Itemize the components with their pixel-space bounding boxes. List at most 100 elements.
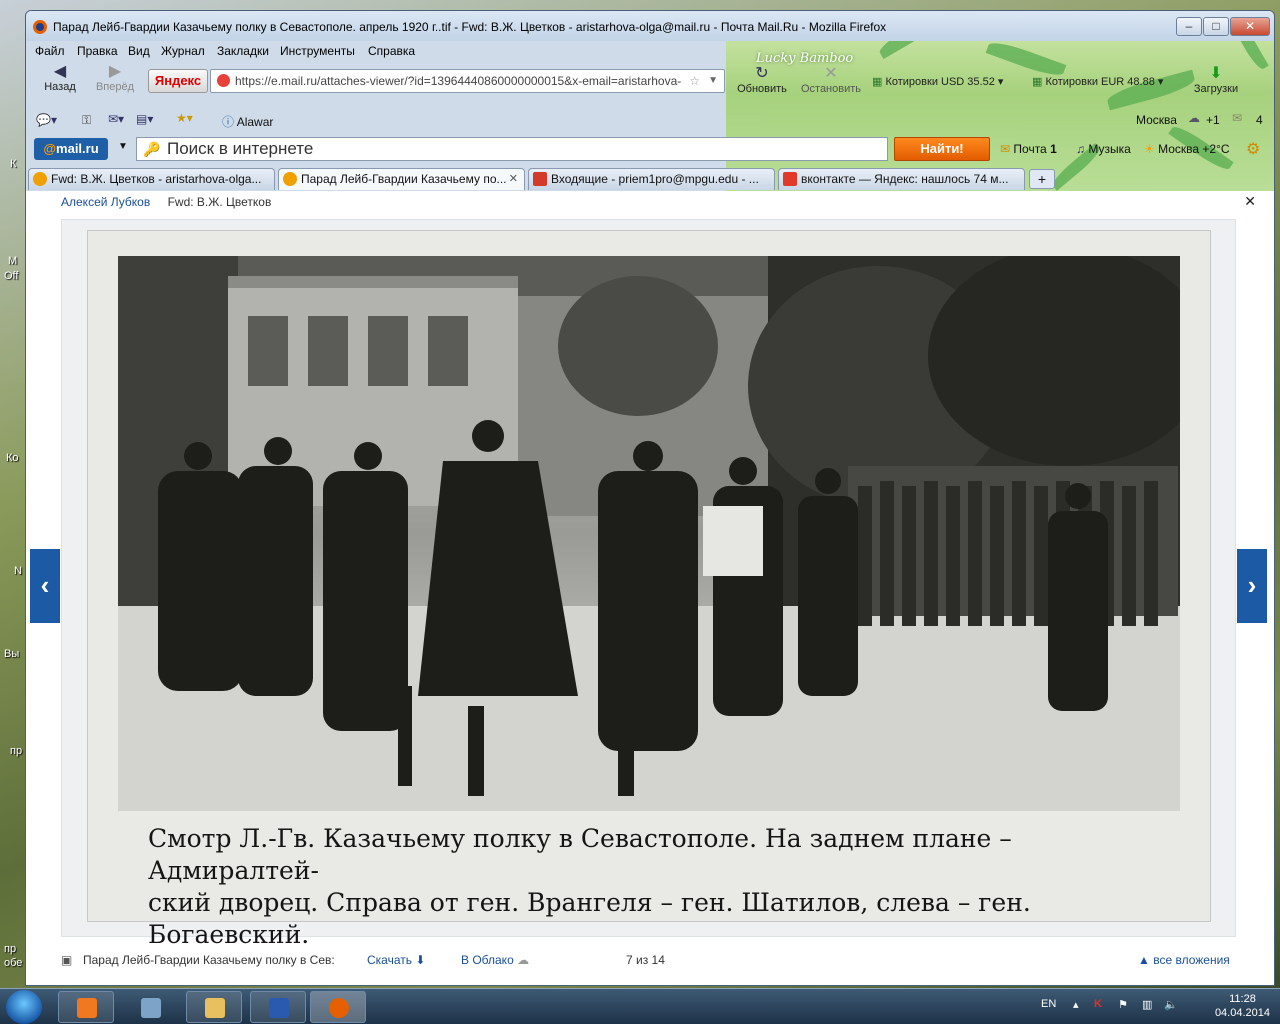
notification-icon[interactable]: ✉ [1232,111,1242,125]
minimize-button[interactable]: – [1176,17,1202,36]
settings-gear-icon[interactable]: ⚙ [1246,139,1260,159]
maximize-button[interactable]: □ [1203,17,1229,36]
search-button[interactable]: Найти! [894,137,990,161]
parade-photograph [118,256,1180,811]
stop-label: Остановить [800,83,862,95]
stop-button[interactable]: ✕ Остановить [796,65,866,95]
download-link[interactable]: Скачать ⬇ [367,953,425,967]
address-bar[interactable]: https://e.mail.ru/attaches-viewer/?id=13… [210,69,725,93]
chart-icon: ▦ [872,76,883,88]
next-image-button[interactable]: › [1237,549,1267,623]
attachment-filename: Парад Лейб-Гвардии Казачьему полку в Сев… [83,953,335,967]
forward-button[interactable]: ▶ Вперёд [92,63,138,93]
desktop-label: обе [4,957,23,969]
tab-fwd-tsvetkov[interactable]: Fwd: В.Ж. Цветков - aristarhova-olga... [28,168,275,190]
usd-rate-widget[interactable]: ▦ Котировки USD 35.52 ▾ [872,75,1022,88]
firefox-icon [33,20,47,34]
back-label: Назад [44,81,76,93]
desktop-label: M [8,255,18,267]
weather-city[interactable]: Москва [1136,113,1177,127]
mailru-logo[interactable]: @mail.ru [34,138,108,160]
viewer-footer: ▣ Парад Лейб-Гвардии Казачьему полку в С… [61,953,1241,973]
attachment-viewer: Алексей Лубков Fwd: В.Ж. Цветков ✕ Смотр… [26,191,1274,985]
chat-icon[interactable]: 💬▾ [36,113,57,127]
taskbar-word[interactable] [250,991,306,1023]
menu-tools[interactable]: Инструменты [280,44,355,58]
clock-date: 04.04.2014 [1214,1007,1270,1019]
tab-label: Входящие - priem1pro@mpgu.edu - ... [551,172,759,186]
weather-widget[interactable]: ☀ Москва +2°C [1144,142,1230,156]
menu-help[interactable]: Справка [368,44,415,58]
antivirus-icon[interactable]: K [1094,998,1102,1010]
close-window-button[interactable]: ✕ [1230,17,1270,36]
menu-history[interactable]: Журнал [161,44,205,58]
back-button[interactable]: ◀ Назад [40,63,80,93]
key-icon[interactable]: ⚿ [82,113,91,128]
mailru-favicon-icon [283,172,297,186]
taskbar-explorer[interactable] [186,991,242,1023]
tab-label: Fwd: В.Ж. Цветков - aristarhova-olga... [51,172,262,186]
image-file-icon: ▣ [61,953,73,967]
tab-parade-image[interactable]: Парад Лейб-Гвардии Казачьему по... ✕ [278,168,525,190]
url-dropdown-icon[interactable]: ▼ [708,70,718,92]
bookmark-star-icon[interactable]: ☆ [689,70,700,92]
favorites-star-icon[interactable]: ★▾ [176,111,193,125]
usd-rate-label: Котировки USD 35.52 [885,76,995,88]
alawar-link[interactable]: ⓘ Alawar [222,113,273,130]
firefox-taskbar-icon [329,998,349,1018]
image-frame: Смотр Л.-Гв. Казачьему полку в Севастопо… [61,219,1236,949]
taskbar-network[interactable] [122,991,178,1023]
clock-time: 11:28 [1229,993,1256,1005]
menu-bookmarks[interactable]: Закладки [217,44,269,58]
sender-link[interactable]: Алексей Лубков [61,195,150,209]
language-indicator[interactable]: EN [1041,998,1056,1010]
tab-yandex-search[interactable]: вконтакте — Яндекс: нашлось 74 м... [778,168,1025,190]
mail-icon[interactable]: ✉▾ [108,112,124,126]
taskbar-firefox[interactable] [310,991,366,1023]
title-bar[interactable]: Парад Лейб-Гвардии Казачьему полку в Сев… [26,11,1274,41]
triangle-up-icon: ▲ [1138,953,1150,967]
mail-widget[interactable]: ✉ Почта 1 [1000,142,1057,156]
search-input[interactable]: 🔑 Поиск в интернете [136,137,888,161]
tab-gmail-inbox[interactable]: Входящие - priem1pro@mpgu.edu - ... [528,168,775,190]
close-tab-icon[interactable]: ✕ [509,169,518,189]
system-clock[interactable]: 11:28 04.04.2014 [1215,992,1270,1020]
downloads-label: Загрузки [1193,83,1239,95]
pages-icon[interactable]: ▤▾ [136,112,153,126]
network-tray-icon[interactable]: ▥ [1142,998,1152,1011]
eur-rate-widget[interactable]: ▦ Котировки EUR 48.88 ▾ [1032,75,1182,88]
menu-view[interactable]: Вид [128,44,150,58]
music-icon: ♫ [1076,142,1085,156]
forward-arrow-icon: ▶ [108,63,122,80]
new-tab-button[interactable]: + [1029,169,1055,189]
url-text: https://e.mail.ru/attaches-viewer/?id=13… [235,74,682,88]
taskbar-media-player[interactable] [58,991,114,1023]
mailru-dropdown-icon[interactable]: ▼ [118,141,128,152]
mailru-search-toolbar: @mail.ru ▼ 🔑 Поиск в интернете Найти! ✉ … [26,133,1274,167]
start-button[interactable] [6,990,42,1024]
volume-icon[interactable]: 🔈 [1164,998,1178,1011]
yandex-button[interactable]: Яндекс [148,69,208,93]
close-viewer-icon[interactable]: ✕ [1244,193,1256,210]
menu-edit[interactable]: Правка [77,44,118,58]
desktop-label: Ко [6,452,19,464]
desktop-label: Off [4,270,19,282]
firefox-window: Парад Лейб-Гвардии Казачьему полку в Сев… [25,10,1275,986]
reload-button[interactable]: ↻ Обновить [730,65,794,95]
image-counter: 7 из 14 [626,953,665,967]
tray-expand-icon[interactable]: ▴ [1073,998,1079,1011]
all-attachments-link[interactable]: ▲ все вложения [1138,953,1230,967]
save-to-cloud-link[interactable]: В Облако ☁ [461,953,529,967]
downloads-button[interactable]: ⬇ Загрузки [1188,65,1244,95]
menu-file[interactable]: Файл [35,44,65,58]
forward-label: Вперёд [95,81,135,93]
music-widget[interactable]: ♫ Музыка [1076,142,1131,156]
previous-image-button[interactable]: ‹ [30,549,60,623]
weather-temp: +1 [1206,113,1220,127]
network-icon [141,998,161,1018]
word-icon [269,998,289,1018]
action-center-flag-icon[interactable]: ⚑ [1118,998,1128,1011]
media-player-icon [77,998,97,1018]
attachment-image: Смотр Л.-Гв. Казачьему полку в Севастопо… [88,231,1210,949]
tab-bar: Fwd: В.Ж. Цветков - aristarhova-olga... … [26,167,1274,191]
